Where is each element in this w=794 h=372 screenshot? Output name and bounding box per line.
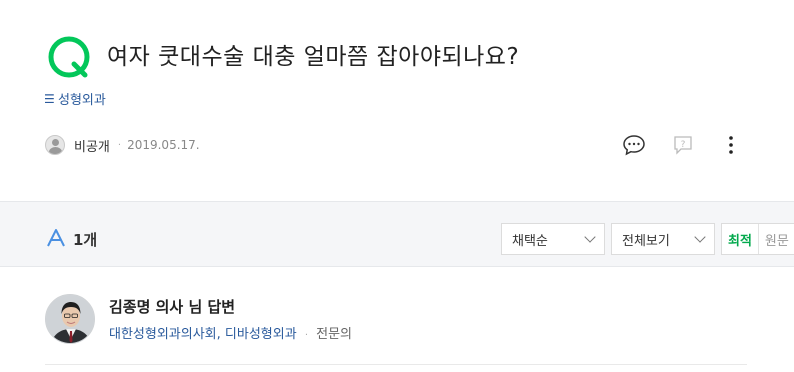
separator-dot: · [117, 139, 122, 151]
speech-bubble-icon [623, 135, 645, 156]
doctor-affiliation-link[interactable]: 대한성형외과의사회, 디바성형외과 [109, 327, 297, 342]
divider [45, 364, 747, 365]
question-date: 2019.05.17. [127, 138, 200, 152]
author-name: 비공개 [74, 139, 110, 155]
answer-mode-toggle: 최적 원문 [721, 223, 794, 255]
chevron-down-icon [694, 231, 706, 243]
svg-text:?: ? [681, 140, 686, 150]
category-label: 성형외과 [58, 93, 106, 108]
doctor-avatar[interactable] [45, 294, 95, 344]
view-select-value: 전체보기 [622, 233, 670, 249]
view-select[interactable]: 전체보기 [611, 223, 715, 255]
sort-select[interactable]: 채택순 [501, 223, 605, 255]
toggle-option-optimal[interactable]: 최적 [722, 224, 759, 254]
doctor-name-heading: 김종명 의사 님 답변 [109, 298, 236, 316]
question-title: 여자 쿳대수술 대충 얼마쯤 잡아야되나요? [107, 44, 520, 70]
question-report-icon: ? [674, 136, 692, 155]
more-vertical-icon [729, 136, 733, 154]
sort-select-value: 채택순 [512, 233, 548, 249]
answer-count: 1개 [73, 231, 98, 249]
doctor-role: 전문의 [316, 327, 353, 342]
answer-a-icon [47, 229, 65, 247]
separator-dot: · [304, 330, 308, 341]
more-button[interactable] [719, 133, 743, 157]
doctor-portrait-icon [46, 295, 94, 343]
category-link[interactable]: ☰ 성형외과 [44, 89, 106, 109]
report-button[interactable]: ? [671, 133, 695, 157]
toggle-option-original[interactable]: 원문 [759, 224, 794, 254]
list-icon: ☰ [44, 91, 55, 106]
doctor-meta: 대한성형외과의사회, 디바성형외과 · 전문의 [109, 323, 352, 342]
author-row: 비공개 · 2019.05.17. [45, 134, 200, 156]
anonymous-avatar [45, 135, 65, 155]
question-q-icon [48, 36, 90, 78]
comment-button[interactable] [622, 133, 646, 157]
chevron-down-icon [584, 231, 596, 243]
